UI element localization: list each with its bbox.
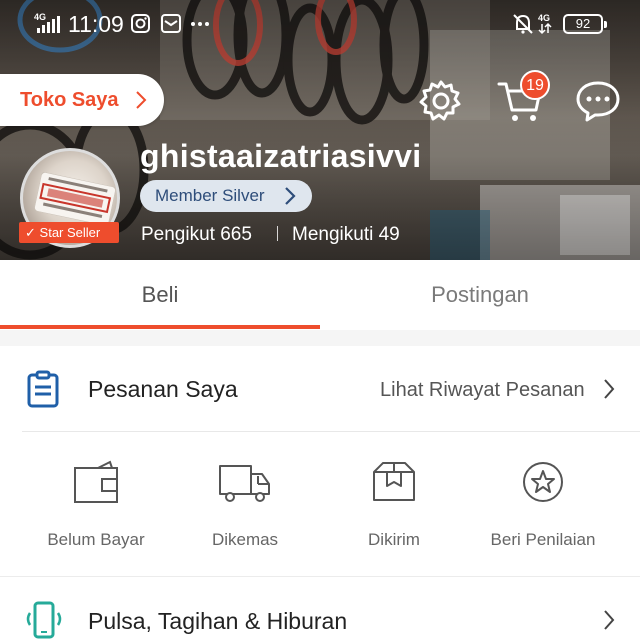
order-status-label: Dikemas (211, 530, 279, 549)
settings-gear-icon[interactable] (418, 78, 464, 124)
following-count[interactable]: Mengikuti 49 (292, 224, 400, 246)
status-right-icons: 4G (513, 13, 552, 35)
status-bar: 4G 11:09 4G 92 (0, 0, 640, 50)
chat-icon[interactable] (574, 78, 622, 124)
notification-icons (131, 14, 209, 33)
order-status-row (0, 432, 640, 576)
my-orders-row[interactable]: Pesanan Saya Lihat Riwayat Pesanan (0, 346, 640, 432)
avatar-shop-sign-image (33, 171, 117, 227)
package-icon (373, 462, 415, 501)
order-status-label: Beri Penilaian (490, 530, 596, 549)
star-icon (523, 462, 563, 502)
order-status-label: Dikirim (368, 530, 420, 549)
truck-icon (219, 465, 270, 502)
check-icon: ✓ (25, 225, 36, 240)
chevron-right-icon (136, 91, 147, 109)
chevron-right-icon (285, 187, 296, 205)
digital-products-title: Pulsa, Tagihan & Hiburan (88, 608, 348, 634)
cart-count-badge: 19 (520, 70, 550, 100)
profile-screen: 4G 11:09 4G 92 Toko Saya 19 ✓ Star Selle… (0, 0, 640, 640)
instagram-icon (131, 14, 150, 33)
clipboard-icon (27, 370, 59, 408)
network-type-left: 4G (34, 12, 46, 22)
section-gap (0, 330, 640, 346)
star-seller-label: Star Seller (39, 225, 101, 240)
my-shop-button[interactable]: Toko Saya (0, 74, 164, 126)
order-status-label: Belum Bayar (47, 530, 145, 549)
username: ghistaaizatriasivvi (140, 138, 422, 174)
mobile-phone-icon (26, 601, 62, 639)
my-shop-label: Toko Saya (20, 88, 119, 111)
mute-bell-icon (513, 14, 533, 34)
wallet-icon (74, 460, 118, 503)
followers-count[interactable]: Pengikut 665 (141, 224, 252, 246)
mobile-data-icon: 4G (538, 13, 552, 35)
more-notifications-icon (191, 22, 209, 26)
order-history-link[interactable]: Lihat Riwayat Pesanan (380, 379, 585, 402)
network-type-right: 4G (538, 13, 550, 23)
follow-divider (277, 226, 278, 241)
membership-tier-label: Member Silver (155, 186, 265, 205)
profile-tabs: Beli Postingan (0, 260, 640, 330)
mail-app-icon (161, 14, 181, 33)
active-tab-indicator (0, 325, 320, 329)
battery-indicator: 92 (563, 14, 607, 34)
tab-beli[interactable]: Beli (0, 260, 320, 330)
signal-icon: 4G (34, 12, 60, 33)
chevron-right-icon (604, 379, 615, 399)
tab-postingan[interactable]: Postingan (320, 260, 640, 330)
header-banner: 4G 11:09 4G 92 Toko Saya 19 ✓ Star Selle… (0, 0, 640, 260)
chevron-right-icon (604, 610, 615, 630)
my-orders-title: Pesanan Saya (88, 376, 238, 402)
membership-tier-button[interactable]: Member Silver (140, 180, 312, 212)
digital-products-row[interactable]: Pulsa, Tagihan & Hiburan (0, 577, 640, 640)
status-time: 11:09 (68, 11, 124, 37)
star-seller-badge: ✓ Star Seller (19, 222, 119, 243)
